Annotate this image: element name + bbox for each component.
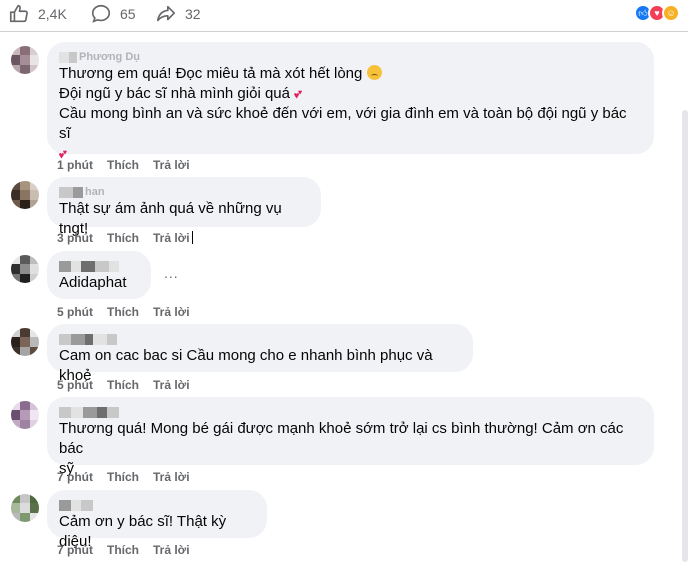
comment-author[interactable] xyxy=(59,259,139,273)
comment-actions: 5 phút Thích Trả lời xyxy=(57,378,190,392)
comment-time[interactable]: 5 phút xyxy=(57,305,93,319)
reply-button[interactable]: Trả lời xyxy=(153,158,190,172)
comment-bubble: Thương quá! Mong bé gái được mạnh khoẻ s… xyxy=(47,397,654,477)
reply-button[interactable]: Trả lời xyxy=(153,543,190,557)
likes-count: 2,4K xyxy=(38,6,67,22)
comment-time[interactable]: 7 phút xyxy=(57,470,93,484)
text-cursor xyxy=(191,231,193,244)
comments-stat[interactable]: 65 xyxy=(90,3,136,25)
comment-author[interactable] xyxy=(59,498,255,512)
comment-author[interactable]: Phương Dụ xyxy=(59,50,642,64)
comment-time[interactable]: 1 phút xyxy=(57,158,93,172)
post-stats-bar: 2,4K 65 32 👍︎ ♥ ☺ xyxy=(0,0,688,28)
reply-button[interactable]: Trả lời xyxy=(153,470,190,484)
comment-time[interactable]: 5 phút xyxy=(57,378,93,392)
share-arrow-icon xyxy=(156,5,176,22)
like-button[interactable]: Thích xyxy=(107,231,139,245)
avatar[interactable] xyxy=(11,494,39,522)
comment-text: Thương em quá! Đọc miêu tả mà xót hết lò… xyxy=(59,65,627,161)
comment-time[interactable]: 3 phút xyxy=(57,231,93,245)
comment-bubble: Cam on cac bac si Cầu mong cho e nhanh b… xyxy=(47,324,473,384)
comment-bubble: Cảm ơn y bác sĩ! Thật kỳ diệu! xyxy=(47,490,267,550)
comment-actions: 7 phút Thích Trả lời xyxy=(57,543,190,557)
like-button[interactable]: Thích xyxy=(107,543,139,557)
avatar[interactable] xyxy=(11,181,39,209)
avatar[interactable] xyxy=(11,328,39,356)
scrollbar[interactable] xyxy=(682,110,688,562)
comment-bubble-icon xyxy=(91,4,111,23)
care-reaction-icon: ☺ xyxy=(662,4,680,22)
more-options-button[interactable]: ... xyxy=(164,265,179,281)
comment-author[interactable]: han xyxy=(59,185,309,199)
like-button[interactable]: Thích xyxy=(107,470,139,484)
reply-button[interactable]: Trả lời xyxy=(153,231,193,245)
comment-actions: 5 phút Thích Trả lời xyxy=(57,305,190,319)
comment-bubble: Adidaphat xyxy=(47,251,151,299)
divider xyxy=(0,31,688,32)
comment-actions: 7 phút Thích Trả lời xyxy=(57,470,190,484)
comments-count: 65 xyxy=(120,6,136,22)
like-button[interactable]: Thích xyxy=(107,378,139,392)
like-button[interactable]: Thích xyxy=(107,158,139,172)
likes-stat[interactable]: 2,4K xyxy=(8,3,67,25)
comment-actions: 1 phút Thích Trả lời xyxy=(57,158,190,172)
avatar[interactable] xyxy=(11,401,39,429)
comment-bubble: han Thật sự ám ảnh quá về những vụ tngt! xyxy=(47,177,321,237)
like-button[interactable]: Thích xyxy=(107,305,139,319)
reaction-summary[interactable]: 👍︎ ♥ ☺ xyxy=(634,4,680,22)
comment-time[interactable]: 7 phút xyxy=(57,543,93,557)
heart-icon: 💕︎ xyxy=(294,86,302,101)
sad-face-icon xyxy=(366,65,382,80)
shares-count: 32 xyxy=(185,6,201,22)
comment-author[interactable] xyxy=(59,332,461,346)
shares-stat[interactable]: 32 xyxy=(155,3,201,25)
comment-author[interactable] xyxy=(59,405,642,419)
avatar[interactable] xyxy=(11,255,39,283)
comment-text: Adidaphat xyxy=(59,274,127,291)
comment-bubble: Phương Dụ Thương em quá! Đọc miêu tả mà … xyxy=(47,42,654,161)
avatar[interactable] xyxy=(11,46,39,74)
comment-actions: 3 phút Thích Trả lời xyxy=(57,231,193,245)
reply-button[interactable]: Trả lời xyxy=(153,305,190,319)
thumbs-up-icon xyxy=(9,4,28,23)
reply-button[interactable]: Trả lời xyxy=(153,378,190,392)
